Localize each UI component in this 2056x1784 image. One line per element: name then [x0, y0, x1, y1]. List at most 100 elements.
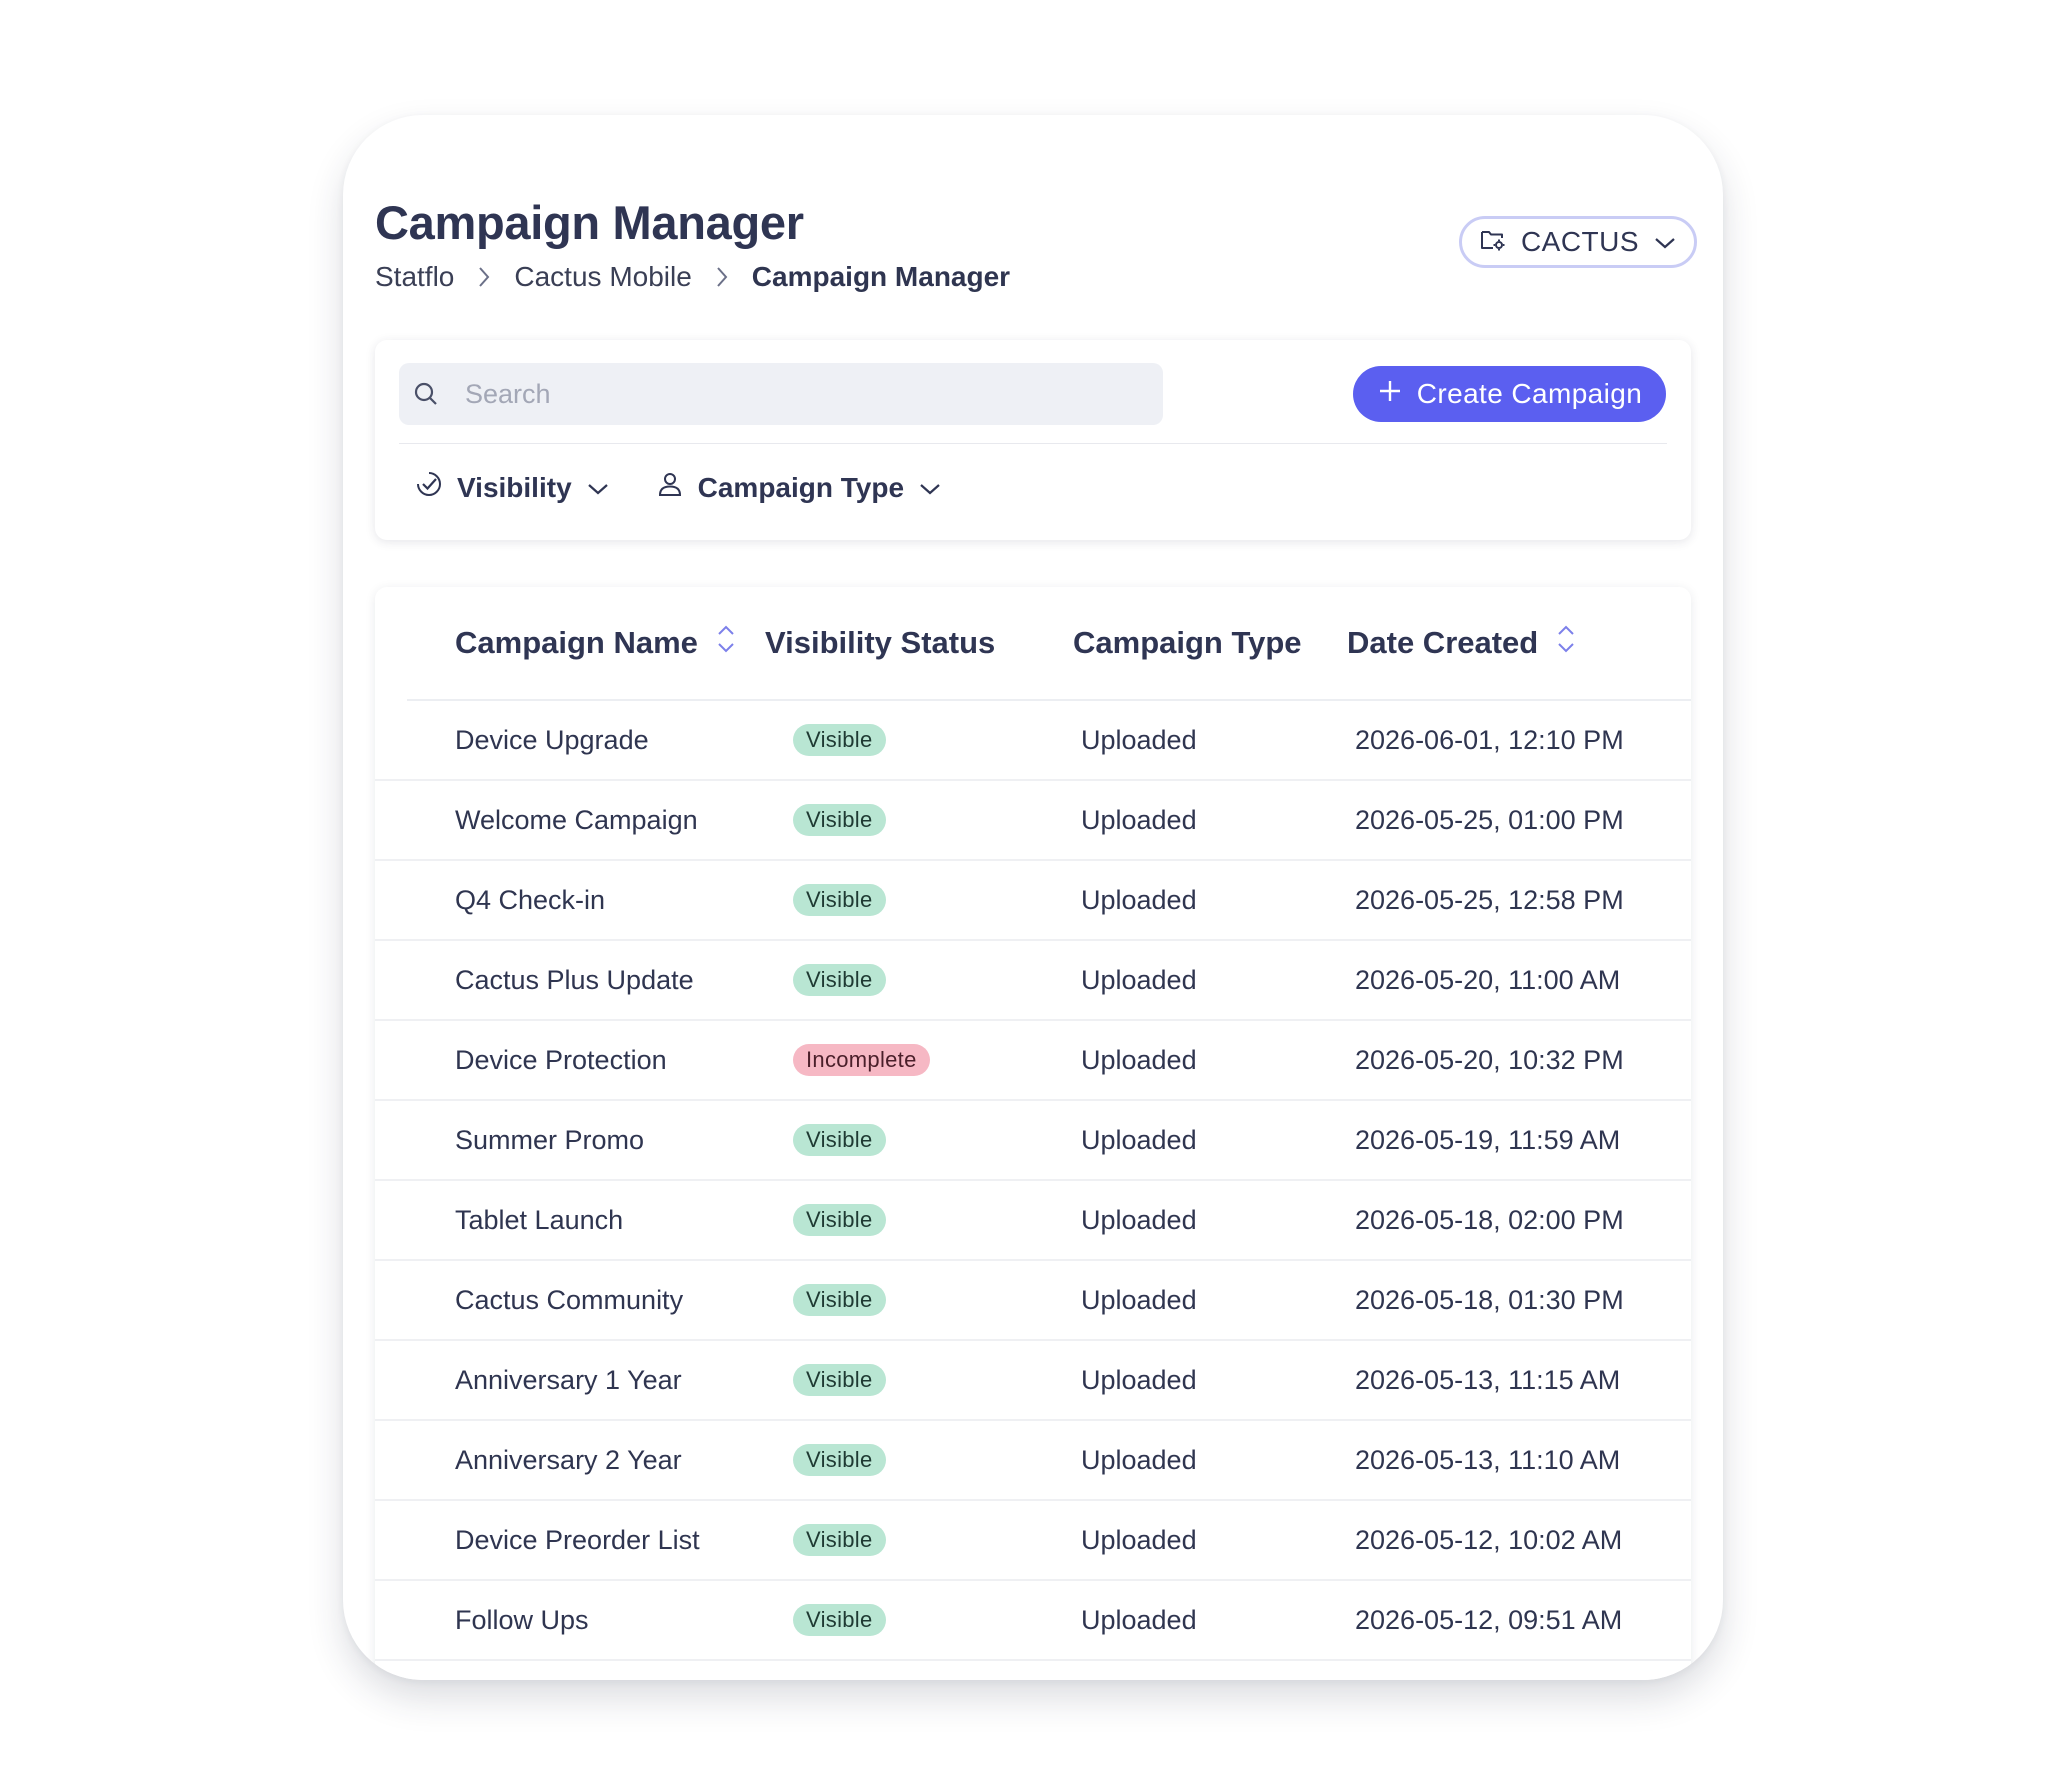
cell-campaign-name[interactable]: Cactus Community [455, 1261, 683, 1339]
status-badge: Visible [793, 1444, 886, 1476]
status-badge: Incomplete [793, 1044, 930, 1076]
search-box[interactable] [399, 363, 1163, 425]
cell-date-created: 2026-05-19, 11:59 AM [1355, 1124, 1621, 1155]
org-selector[interactable]: CACTUS [1459, 216, 1697, 268]
column-header-campaign-type: Campaign Type [1073, 587, 1302, 699]
breadcrumb-item-cactus-mobile[interactable]: Cactus Mobile [514, 261, 691, 293]
table-row[interactable]: Summer Promo Visible Uploaded 2026-05-19, 1… [375, 1101, 1691, 1181]
table-row[interactable]: Device Preorder List Visible Uploaded 2026-… [375, 1501, 1691, 1581]
filter-visibility[interactable]: Visibility [415, 470, 610, 505]
cell-visibility-status: Visible [793, 1181, 886, 1259]
breadcrumb-item-statflo[interactable]: Statflo [375, 261, 454, 293]
cell-visibility-status: Visible [793, 1421, 886, 1499]
breadcrumb: Statflo Cactus Mobile Campaign Manager [375, 261, 1010, 293]
cell-visibility-status: Visible [793, 1501, 886, 1579]
table-row[interactable]: Cactus Community Visible Uploaded 2026-05-1… [375, 1261, 1691, 1341]
filter-campaign-type-label: Campaign Type [697, 471, 905, 503]
user-icon [656, 470, 684, 505]
create-campaign-button[interactable]: Create Campaign [1353, 366, 1666, 422]
chevron-down-icon [586, 472, 610, 504]
cell-campaign-type: Uploaded [1081, 1284, 1197, 1315]
check-badge-icon [415, 470, 443, 505]
status-badge: Visible [793, 724, 886, 756]
status-badge: Visible [793, 964, 886, 996]
cell-date-created: 2026-05-20, 10:32 PM [1355, 1044, 1624, 1075]
chevron-right-icon [454, 263, 514, 291]
cell-campaign-name[interactable]: Tablet Launch [455, 1181, 623, 1259]
cell-campaign-type: Uploaded [1081, 1364, 1197, 1395]
campaign-table: Campaign Name Visibility Status Campaign… [375, 587, 1691, 1680]
cell-campaign-name[interactable]: Device Upgrade [455, 701, 649, 779]
cell-visibility-status: Visible [793, 941, 886, 1019]
cell-date-created: 2026-05-25, 01:00 PM [1355, 804, 1624, 835]
cell-visibility-status: Visible [793, 701, 886, 779]
cell-campaign-type: Uploaded [1081, 1444, 1197, 1475]
cell-visibility-status: Visible [793, 1581, 886, 1659]
table-row[interactable]: Q4 Check-in Visible Uploaded 2026-05-25, 12… [375, 861, 1691, 941]
cell-campaign-type: Uploaded [1081, 1604, 1197, 1635]
table-row[interactable]: Anniversary 1 Year Visible Uploaded 2026-05… [375, 1341, 1691, 1421]
cell-visibility-status: Visible [793, 861, 886, 939]
cell-campaign-type: Uploaded [1081, 724, 1197, 755]
plus-icon [1377, 378, 1403, 411]
column-header-date-created[interactable]: Date Created [1347, 587, 1576, 699]
folder-settings-icon [1479, 225, 1507, 260]
cell-campaign-type: Uploaded [1081, 1124, 1197, 1155]
cell-campaign-name[interactable]: Welcome Campaign [455, 781, 698, 859]
table-row[interactable]: Anniversary 2 Year Visible Uploaded 2026-05… [375, 1421, 1691, 1501]
filter-visibility-label: Visibility [457, 471, 572, 503]
filter-campaign-type[interactable]: Campaign Type [656, 470, 942, 505]
cell-campaign-name[interactable]: Anniversary 2 Year [455, 1421, 682, 1499]
cell-date-created: 2026-06-01, 12:10 PM [1355, 724, 1624, 755]
cell-date-created: 2026-05-13, 11:10 AM [1355, 1444, 1621, 1475]
cell-date-created: 2026-05-13, 11:15 AM [1355, 1364, 1621, 1395]
create-campaign-label: Create Campaign [1416, 378, 1643, 409]
column-header-label: Campaign Name [455, 625, 698, 660]
filter-bar: Visibility Campaign Type [415, 470, 942, 505]
column-header-visibility-status: Visibility Status [765, 587, 995, 699]
search-icon [413, 378, 445, 410]
chevron-down-icon [918, 472, 942, 504]
cell-date-created: 2026-05-12, 10:02 AM [1355, 1524, 1623, 1555]
status-badge: Visible [793, 1364, 886, 1396]
column-header-label: Campaign Type [1073, 625, 1302, 660]
search-input[interactable] [463, 377, 1147, 411]
table-header: Campaign Name Visibility Status Campaign… [375, 587, 1691, 699]
table-row[interactable]: Welcome Campaign Visible Uploaded 2026-05-2… [375, 781, 1691, 861]
cell-date-created: 2026-05-25, 12:58 PM [1355, 884, 1624, 915]
cell-campaign-name[interactable]: Anniversary 1 Year [455, 1341, 682, 1419]
table-body: Device Upgrade Visible Uploaded 2026-06-01,… [375, 701, 1691, 1661]
table-row[interactable]: Device Protection Incomplete Uploaded 2026-… [375, 1021, 1691, 1101]
cell-visibility-status: Visible [793, 1341, 886, 1419]
sort-icon [1556, 623, 1576, 663]
status-badge: Visible [793, 1204, 886, 1236]
cell-campaign-type: Uploaded [1081, 884, 1197, 915]
chevron-right-icon [692, 263, 752, 291]
cell-visibility-status: Visible [793, 1261, 886, 1339]
status-badge: Visible [793, 1604, 886, 1636]
cell-campaign-name[interactable]: Summer Promo [455, 1101, 644, 1179]
status-badge: Visible [793, 884, 886, 916]
cell-campaign-name[interactable]: Cactus Plus Update [455, 941, 694, 1019]
cell-visibility-status: Visible [793, 1101, 886, 1179]
cell-visibility-status: Incomplete [793, 1021, 930, 1099]
cell-date-created: 2026-05-18, 02:00 PM [1355, 1204, 1624, 1235]
toolbar-panel: Create Campaign Visibility [375, 340, 1691, 540]
cell-campaign-name[interactable]: Device Protection [455, 1021, 667, 1099]
table-row[interactable]: Cactus Plus Update Visible Uploaded 2026-05… [375, 941, 1691, 1021]
cell-date-created: 2026-05-12, 09:51 AM [1355, 1604, 1623, 1635]
cell-date-created: 2026-05-18, 01:30 PM [1355, 1284, 1624, 1315]
cell-campaign-name[interactable]: Q4 Check-in [455, 861, 605, 939]
table-row[interactable]: Tablet Launch Visible Uploaded 2026-05-18, … [375, 1181, 1691, 1261]
cell-campaign-name[interactable]: Device Preorder List [455, 1501, 700, 1579]
table-row[interactable]: Follow Ups Visible Uploaded 2026-05-12, 09:… [375, 1581, 1691, 1661]
cell-visibility-status: Visible [793, 781, 886, 859]
cell-campaign-name[interactable]: Follow Ups [455, 1581, 589, 1659]
table-row[interactable]: Device Upgrade Visible Uploaded 2026-06-01,… [375, 701, 1691, 781]
status-badge: Visible [793, 1524, 886, 1556]
breadcrumb-item-current: Campaign Manager [751, 261, 1011, 292]
column-header-campaign-name[interactable]: Campaign Name [455, 587, 736, 699]
org-selector-label: CACTUS [1520, 226, 1640, 257]
column-header-label: Date Created [1347, 625, 1539, 660]
sort-icon [716, 623, 736, 663]
